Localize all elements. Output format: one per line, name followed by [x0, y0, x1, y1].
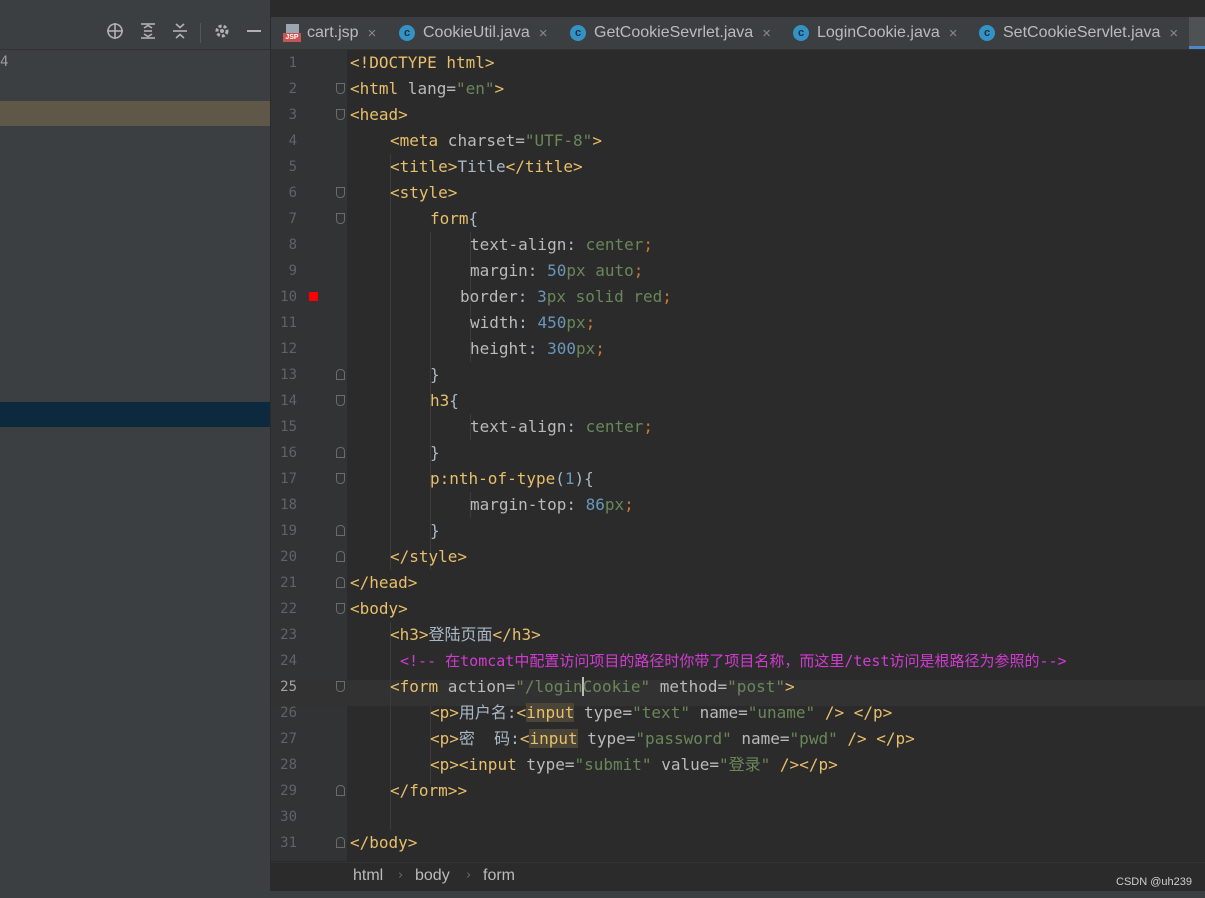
fold-marker[interactable] [336, 213, 345, 224]
breadcrumb-item-form[interactable]: form [483, 867, 515, 885]
code-line: 24 <!-- 在tomcat中配置访问项目的路径时你带了项目名称，而这里/te… [280, 652, 1067, 670]
fold-marker[interactable] [336, 473, 345, 484]
tab-label: SetCookieServlet.java [1003, 24, 1161, 41]
code-line: 21 </head> [280, 573, 418, 592]
close-icon[interactable]: × [949, 25, 958, 42]
tab-label: cart.jsp [307, 24, 359, 41]
breadcrumb-separator: › [398, 868, 404, 883]
ide-window: 4 JSP cart.jsp × c CookieUtil.java × c G… [0, 0, 1205, 898]
fold-marker[interactable] [336, 369, 345, 380]
close-icon[interactable]: × [368, 25, 377, 42]
code-line: 14 h3{ [280, 391, 459, 410]
code-line-current: 25 <form action="/loginCookie" method="p… [280, 677, 795, 696]
gear-icon[interactable] [211, 22, 233, 44]
fold-marker[interactable] [336, 681, 345, 692]
project-panel[interactable]: 4 [0, 0, 270, 898]
code-line: 10 border: 3px solid red; [280, 287, 672, 306]
tab-active-partial[interactable] [1189, 17, 1205, 49]
code-line: 9 margin: 50px auto; [288, 261, 644, 280]
code-line: 20 </style> [280, 547, 468, 566]
code-editor[interactable]: 1 <!DOCTYPE html> 2 <html lang="en"> 3 <… [271, 50, 1205, 861]
status-strip [0, 891, 1205, 898]
tab-getcookiesevrlet-java[interactable]: c GetCookieSevrlet.java × [570, 17, 771, 49]
java-class-icon: c [979, 25, 995, 41]
java-class-icon: c [399, 25, 415, 41]
tab-cart-jsp[interactable]: JSP cart.jsp × [283, 17, 376, 49]
tab-label: CookieUtil.java [423, 24, 530, 41]
crosshair-icon[interactable] [104, 22, 126, 44]
editor-tab-bar: JSP cart.jsp × c CookieUtil.java × c Get… [271, 17, 1205, 50]
breadcrumb-item-body[interactable]: body [415, 867, 450, 885]
close-icon[interactable]: × [1169, 25, 1178, 42]
code-line: 28 <p><input type="submit" value="登录" />… [280, 755, 838, 774]
code-line: 17 p:nth-of-type(1){ [280, 469, 594, 488]
tab-label: LoginCookie.java [817, 24, 940, 41]
code-line: 6 <style> [288, 183, 458, 202]
code-line: 30 [280, 809, 297, 825]
fold-marker[interactable] [336, 83, 345, 94]
code-line: 18 margin-top: 86px; [280, 495, 634, 514]
breadcrumb-item-html[interactable]: html [353, 867, 383, 885]
fold-marker[interactable] [336, 525, 345, 536]
close-icon[interactable]: × [539, 25, 548, 42]
fold-marker[interactable] [336, 109, 345, 120]
tree-row-highlighted[interactable] [0, 101, 270, 126]
code-line: 11 width: 450px; [280, 313, 596, 332]
fold-marker[interactable] [336, 603, 345, 614]
fold-marker[interactable] [336, 187, 345, 198]
tab-cookieutil-java[interactable]: c CookieUtil.java × [399, 17, 547, 49]
fold-marker[interactable] [336, 785, 345, 796]
tree-row-selected[interactable] [0, 402, 270, 427]
code-line: 31 </body> [280, 833, 418, 852]
breadcrumb: html › body › form [271, 862, 1205, 891]
code-line: 3 <head> [288, 105, 408, 124]
expand-all-icon[interactable] [137, 22, 159, 44]
code-line: 4 <meta charset="UTF-8"> [288, 131, 602, 150]
tab-label: GetCookieSevrlet.java [594, 24, 754, 41]
jsp-file-icon: JSP [283, 24, 301, 42]
minimize-icon[interactable] [243, 22, 265, 44]
fold-marker[interactable] [336, 447, 345, 458]
java-class-icon: c [570, 25, 586, 41]
code-line: 2 <html lang="en"> [288, 79, 505, 98]
code-line: 8 text-align: center; [288, 235, 654, 254]
fold-marker[interactable] [336, 837, 345, 848]
breadcrumb-separator: › [466, 868, 472, 883]
fold-marker[interactable] [336, 395, 345, 406]
code-line: 12 height: 300px; [280, 339, 605, 358]
fold-marker[interactable] [336, 577, 345, 588]
code-line: 5 <title>Title</title> [288, 157, 583, 176]
code-line: 19 } [280, 521, 440, 540]
code-line: 13 } [280, 365, 440, 384]
java-class-icon: c [793, 25, 809, 41]
project-toolbar [0, 17, 270, 50]
tree-item-count: 4 [0, 54, 9, 70]
watermark: CSDN @uh239 [1116, 876, 1192, 888]
code-line: 15 text-align: center; [280, 417, 654, 436]
fold-marker[interactable] [336, 551, 345, 562]
code-line: 7 form{ [288, 209, 479, 228]
collapse-all-icon[interactable] [169, 22, 191, 44]
code-line: 26 <p>用户名:<input type="text" name="uname… [280, 703, 893, 722]
tab-setcookieservlet-java[interactable]: c SetCookieServlet.java × [979, 17, 1178, 49]
code-line: 27 <p>密 码:<input type="password" name="p… [280, 729, 915, 748]
code-line: 23 <h3>登陆页面</h3> [280, 625, 541, 644]
breakpoint-marker[interactable] [309, 292, 318, 301]
code-line: 16 } [280, 443, 440, 462]
toolbar-divider [200, 23, 201, 43]
tab-logincookie-java[interactable]: c LoginCookie.java × [793, 17, 958, 49]
code-line: 1 <!DOCTYPE html> [288, 53, 495, 72]
close-icon[interactable]: × [762, 25, 771, 42]
code-line: 29 </form>> [280, 781, 468, 800]
code-line: 22 <body> [280, 599, 408, 618]
